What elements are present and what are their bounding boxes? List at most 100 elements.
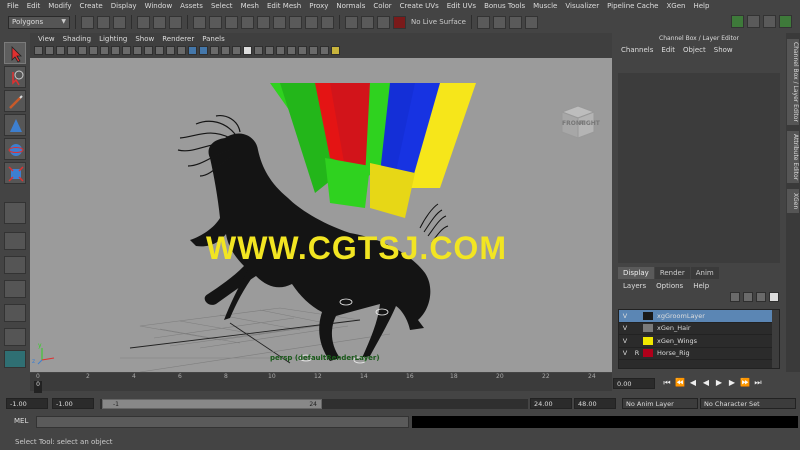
scale-tool-icon[interactable] (4, 162, 26, 184)
range-handle[interactable]: -1 24 (102, 399, 322, 409)
move-tool-icon[interactable] (4, 114, 26, 136)
menu-create-uvs[interactable]: Create UVs (396, 2, 443, 10)
film-gate-icon[interactable] (111, 45, 120, 55)
viewport-menu-show[interactable]: Show (131, 35, 158, 43)
channel-box-menu-channels[interactable]: Channels (617, 46, 657, 54)
pick-surfaces-icon[interactable] (257, 15, 270, 29)
layout-hypershade-icon[interactable] (4, 328, 26, 346)
anti-aliasing-icon[interactable] (265, 45, 274, 55)
pick-render-icon[interactable] (305, 15, 318, 29)
wireframe-icon[interactable] (177, 45, 186, 55)
menu-set-dropdown[interactable]: Polygons ▼ (8, 15, 70, 29)
grid-toggle-icon[interactable] (100, 45, 109, 55)
layout-single-perspective-icon[interactable] (4, 232, 26, 250)
paint-select-tool-icon[interactable] (4, 90, 26, 112)
history-icon[interactable] (476, 15, 490, 29)
perspective-viewport[interactable]: FRONT RIGHT WWW.CGTSJ.COM persp (default… (30, 58, 612, 372)
toggle-modeling-toolkit-icon[interactable] (731, 15, 744, 28)
channel-box-menu-show[interactable]: Show (710, 46, 737, 54)
layout-persp-outliner-icon[interactable] (4, 280, 26, 298)
layer-visibility[interactable]: V (619, 324, 631, 332)
pick-mask-icon[interactable] (193, 15, 206, 29)
move-layer-up-icon[interactable] (730, 292, 740, 302)
viewport-menu-renderer[interactable]: Renderer (158, 35, 198, 43)
create-empty-layer-icon[interactable] (756, 292, 766, 302)
layer-display-type[interactable]: R (631, 349, 643, 357)
pick-joints-icon[interactable] (225, 15, 238, 29)
channel-box-menu-object[interactable]: Object (679, 46, 710, 54)
step-back-key-icon[interactable]: ⏪ (674, 377, 686, 389)
resolution-gate-icon[interactable] (122, 45, 131, 55)
depth-of-field-icon[interactable] (276, 45, 285, 55)
select-camera-icon[interactable] (34, 45, 43, 55)
layer-menu-help[interactable]: Help (688, 280, 714, 292)
menu-visualizer[interactable]: Visualizer (561, 2, 603, 10)
menu-file[interactable]: File (3, 2, 23, 10)
menu-muscle[interactable]: Muscle (529, 2, 561, 10)
play-forwards-icon[interactable]: ▶ (713, 377, 725, 389)
menu-mesh[interactable]: Mesh (237, 2, 263, 10)
select-component-icon[interactable] (169, 15, 182, 29)
tab-anim[interactable]: Anim (690, 267, 719, 279)
menu-edit-uvs[interactable]: Edit UVs (443, 2, 480, 10)
playback-end-field[interactable]: 24.00 (530, 398, 572, 409)
pick-handles-icon[interactable] (209, 15, 222, 29)
2d-pan-zoom-icon[interactable] (78, 45, 87, 55)
textured-icon[interactable] (210, 45, 219, 55)
side-tab-xgen[interactable]: XGen (787, 189, 799, 213)
side-tab-channel-box[interactable]: Channel Box / Layer Editor (787, 39, 799, 125)
layer-row[interactable]: V R Horse_Rig (619, 348, 779, 360)
range-bar[interactable]: -1 24 (100, 399, 528, 409)
new-scene-icon[interactable] (81, 15, 94, 29)
wireframe-on-shaded-icon[interactable] (199, 45, 208, 55)
xray-joints-icon[interactable] (309, 45, 318, 55)
layer-list-scrollbar[interactable] (772, 310, 779, 368)
step-back-frame-icon[interactable]: ◀ (687, 377, 699, 389)
viewport-menu-shading[interactable]: Shading (59, 35, 95, 43)
menu-normals[interactable]: Normals (332, 2, 369, 10)
view-cube[interactable]: FRONT RIGHT (556, 102, 600, 142)
tab-render[interactable]: Render (654, 267, 690, 279)
toggle-channel-box-icon[interactable] (779, 15, 792, 28)
layer-color-swatch[interactable] (643, 336, 653, 345)
make-live-icon[interactable] (393, 15, 406, 29)
menu-modify[interactable]: Modify (44, 2, 75, 10)
layer-color-swatch[interactable] (643, 324, 653, 333)
layer-row[interactable]: V xGen_Hair (619, 323, 779, 335)
menu-create[interactable]: Create (75, 2, 106, 10)
shadows-icon[interactable] (232, 45, 241, 55)
step-forward-frame-icon[interactable]: ▶ (726, 377, 738, 389)
menu-select[interactable]: Select (207, 2, 237, 10)
play-backwards-icon[interactable]: ◀ (700, 377, 712, 389)
go-to-end-icon[interactable]: ⏭ (752, 377, 764, 389)
layer-color-swatch[interactable] (643, 349, 653, 358)
screen-space-ao-icon[interactable] (243, 45, 252, 55)
pick-curves-icon[interactable] (241, 15, 254, 29)
menu-xgen[interactable]: XGen (662, 2, 689, 10)
current-frame-marker[interactable]: 0 (34, 381, 42, 393)
gamma-icon[interactable] (331, 45, 340, 55)
start-time-field[interactable]: -1.00 (6, 398, 48, 409)
layout-four-view-icon[interactable] (4, 256, 26, 274)
toggle-tool-settings-icon[interactable] (763, 15, 776, 28)
motion-blur-icon[interactable] (254, 45, 263, 55)
isolate-select-icon[interactable] (287, 45, 296, 55)
xgen-shelf-icon[interactable] (4, 350, 26, 368)
viewport-menu-lighting[interactable]: Lighting (95, 35, 131, 43)
layer-menu-layers[interactable]: Layers (618, 280, 651, 292)
select-tool-icon[interactable] (4, 42, 26, 64)
move-layer-down-icon[interactable] (743, 292, 753, 302)
menu-pipeline-cache[interactable]: Pipeline Cache (603, 2, 662, 10)
rotate-tool-icon[interactable] (4, 138, 26, 160)
menu-display[interactable]: Display (107, 2, 141, 10)
go-to-start-icon[interactable]: ⏮ (661, 377, 673, 389)
mel-label[interactable]: MEL (14, 417, 28, 425)
channel-box-body[interactable] (618, 73, 780, 263)
layer-visibility[interactable]: V (619, 337, 631, 345)
select-object-icon[interactable] (153, 15, 166, 29)
pick-dynamics-icon[interactable] (289, 15, 302, 29)
menu-bonus-tools[interactable]: Bonus Tools (480, 2, 529, 10)
side-tab-attribute-editor[interactable]: Attribute Editor (787, 131, 799, 183)
use-all-lights-icon[interactable] (221, 45, 230, 55)
smooth-shade-icon[interactable] (188, 45, 197, 55)
